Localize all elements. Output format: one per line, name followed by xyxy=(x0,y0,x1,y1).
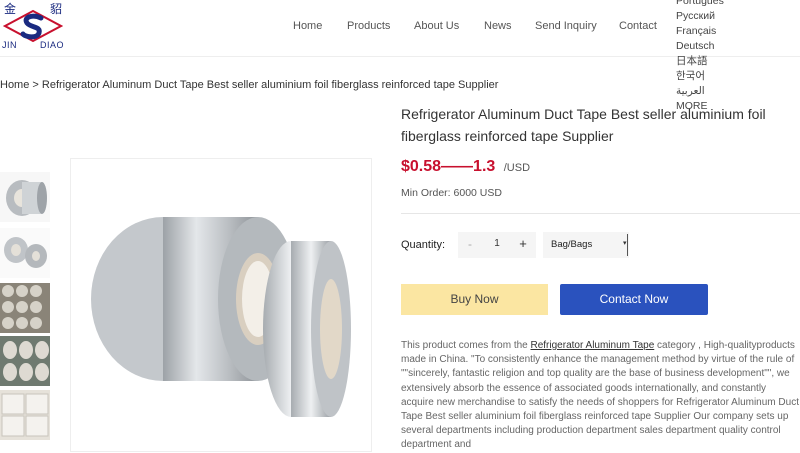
contact-now-button[interactable]: Contact Now xyxy=(560,284,708,315)
unit-select[interactable]: Bag/Bags ▾ xyxy=(543,232,629,258)
nav-send-inquiry[interactable]: Send Inquiry xyxy=(535,20,597,32)
price-block: $0.58——1.3 /USD xyxy=(401,158,530,176)
quantity-input[interactable]: 1 xyxy=(488,238,506,249)
language-german[interactable]: Deutsch xyxy=(676,39,786,54)
category-link[interactable]: Refrigerator Aluminum Tape xyxy=(531,340,655,351)
price-unit: /USD xyxy=(503,162,531,174)
product-title: Refrigerator Aluminum Duct Tape Best sel… xyxy=(401,106,766,144)
logo-english-right: DIAO xyxy=(40,40,65,50)
quantity-increase-button[interactable]: + xyxy=(516,236,530,251)
thumbnail-5[interactable] xyxy=(0,390,50,440)
language-arabic[interactable]: العربية xyxy=(676,84,786,99)
nav-about-us[interactable]: About Us xyxy=(414,20,459,32)
buy-now-button[interactable]: Buy Now xyxy=(401,284,548,315)
language-french[interactable]: Français xyxy=(676,24,786,39)
caret-down-icon: ▾ xyxy=(623,240,627,247)
description-body: category , High-qualityproducts made in … xyxy=(401,340,799,451)
thumbnail-1[interactable] xyxy=(0,172,50,222)
thumbnail-3[interactable] xyxy=(0,283,50,333)
quantity-decrease-button[interactable]: - xyxy=(464,237,476,251)
breadcrumb: Home > Refrigerator Aluminum Duct Tape B… xyxy=(0,79,498,91)
price-range: $0.58——1.3 xyxy=(401,158,496,175)
site-logo[interactable]: 金 貂 JIN DIAO xyxy=(0,0,70,54)
unit-select-value: Bag/Bags xyxy=(551,239,593,250)
nav-contact[interactable]: Contact xyxy=(619,20,657,32)
language-russian[interactable]: Русский xyxy=(676,9,786,24)
description-prefix: This product comes from the xyxy=(401,340,531,351)
language-portuguese[interactable]: Português xyxy=(676,0,786,9)
main-product-image[interactable] xyxy=(70,158,372,452)
breadcrumb-separator: > xyxy=(32,79,39,91)
language-korean[interactable]: 한국어 xyxy=(676,69,786,84)
nav-products[interactable]: Products xyxy=(347,20,390,32)
tape-rolls-image xyxy=(91,217,351,417)
product-description: This product comes from the Refrigerator… xyxy=(401,339,800,453)
select-edge xyxy=(627,234,628,256)
nav-news[interactable]: News xyxy=(484,20,512,32)
thumbnail-4[interactable] xyxy=(0,336,50,386)
site-header: 金 貂 JIN DIAO Home Products About Us News… xyxy=(0,0,800,112)
language-japanese[interactable]: 日本語 xyxy=(676,54,786,69)
breadcrumb-home[interactable]: Home xyxy=(0,79,29,91)
quantity-label: Quantity: xyxy=(401,239,446,251)
logo-emblem-icon xyxy=(3,9,63,43)
nav-home[interactable]: Home xyxy=(293,20,322,32)
breadcrumb-current: Refrigerator Aluminum Duct Tape Best sel… xyxy=(41,79,499,91)
thumbnail-2[interactable] xyxy=(0,228,50,278)
language-menu: Português Русский Français Deutsch 日本語 한… xyxy=(676,0,786,114)
min-order: Min Order: 6000 USD xyxy=(401,187,502,199)
divider xyxy=(401,213,800,214)
quantity-stepper: - 1 + xyxy=(458,232,536,258)
logo-english-left: JIN xyxy=(2,40,17,50)
